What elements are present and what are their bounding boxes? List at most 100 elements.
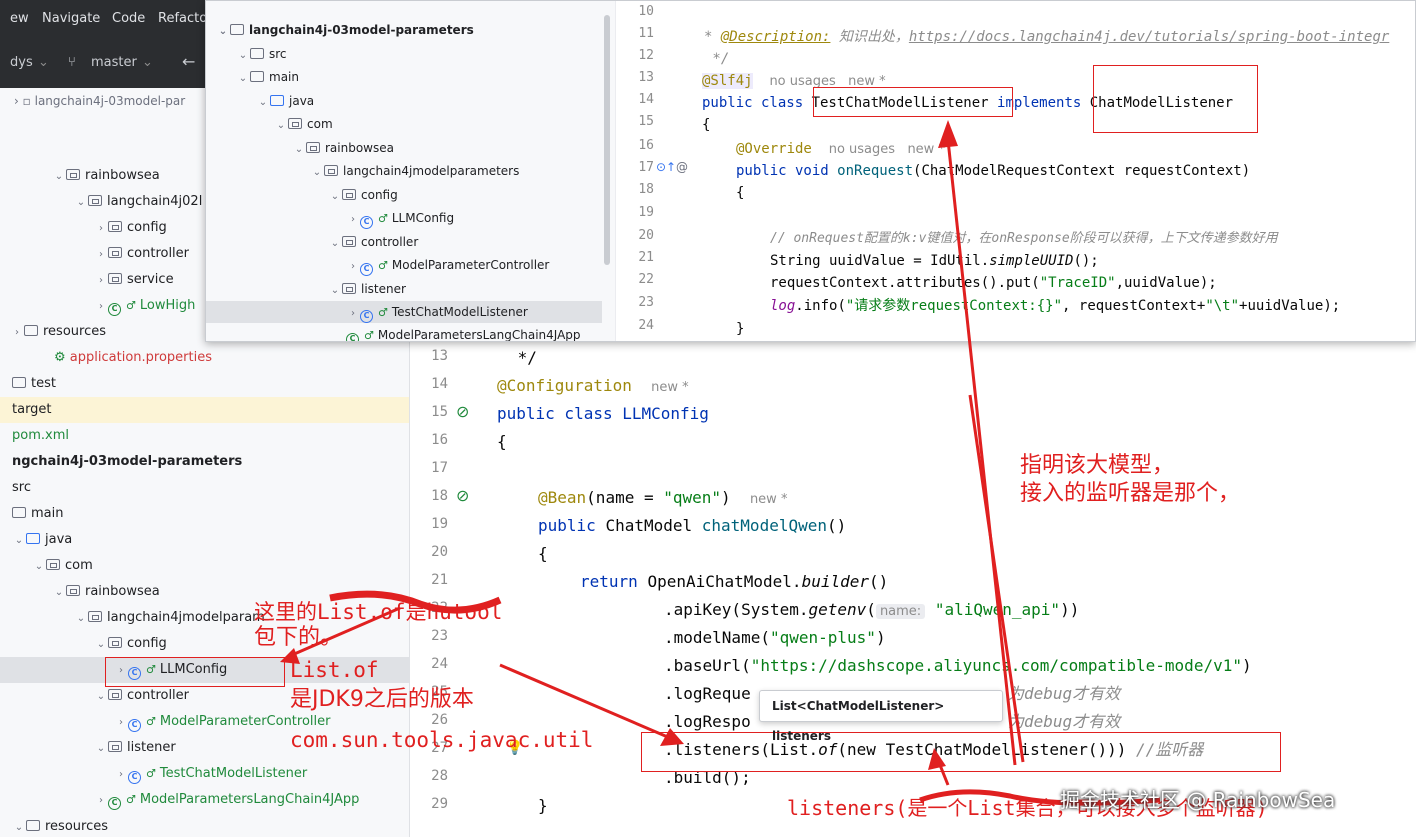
javadoc-tag: @Description: — [720, 29, 831, 45]
line-number: 13 — [638, 70, 654, 85]
bean-gutter-icon[interactable]: ⊘ — [456, 402, 469, 421]
code-line-19: public ChatModel chatModelQwen() — [538, 512, 846, 540]
code-token: ) — [1241, 656, 1252, 675]
implements-gutter-icon[interactable]: ⊙↑ — [656, 160, 676, 174]
code-line-16: @Override no usages new * — [736, 138, 945, 160]
spring-leaf-icon: ♂ — [146, 715, 156, 728]
bean-gutter-icon[interactable]: ⊘ — [456, 486, 469, 505]
tree-scrollbar[interactable] — [604, 15, 610, 265]
tree-item-resources-2[interactable]: ⌄ resources — [12, 814, 108, 837]
tree-item-label: ModelParameterController — [391, 258, 550, 272]
popup-tree-listener[interactable]: ⌄ listener — [328, 278, 406, 300]
line-number: 18 — [431, 488, 448, 504]
tree-item-application-properties[interactable]: ⚙ application.properties — [54, 345, 212, 371]
popup-tree-java[interactable]: ⌄ java — [256, 90, 314, 112]
code-keyword: public void — [736, 163, 838, 179]
code-token: ) — [721, 488, 731, 507]
annotation-slf4j: @Slf4j — [702, 73, 753, 89]
annotation-configuration: @Configuration — [497, 376, 632, 395]
tree-item-com[interactable]: ⌄ com — [32, 553, 93, 579]
tree-item-rainbowsea[interactable]: ⌄ rainbowsea — [52, 163, 160, 189]
code-line-16: { — [497, 432, 507, 451]
tree-item-target[interactable]: target — [0, 397, 409, 423]
popup-tree-main[interactable]: ⌄ main — [236, 66, 299, 88]
tree-item-test[interactable]: test — [12, 371, 56, 397]
popup-tree-app[interactable]: C ♂ ModelParametersLangChain4JApp — [346, 324, 581, 341]
popup-tree-src[interactable]: ⌄ src — [236, 43, 287, 65]
tree-item-service[interactable]: › service — [94, 267, 174, 293]
tree-item-label: TestChatModelListener — [391, 305, 528, 319]
tree-item-app[interactable]: › C ♂ ModelParametersLangChain4JApp — [94, 787, 359, 813]
tree-item-rainbowsea-2[interactable]: ⌄ rainbowsea — [52, 579, 160, 605]
annotation-gutter-icon[interactable]: @ — [676, 160, 688, 174]
popup-tree-com[interactable]: ⌄ com — [274, 113, 333, 135]
editor-testchatmodellistener[interactable]: 10 11 * @Description: 知识出处，https://docs.… — [616, 1, 1415, 341]
chevron-right-icon: › — [119, 769, 123, 780]
code-line-13: */ — [508, 348, 537, 367]
highlight-listener-class — [813, 87, 1013, 117]
module-folder-icon — [230, 24, 244, 35]
annotation-note-2e: com.sun.tools.javac.util — [290, 728, 594, 752]
breadcrumb[interactable]: › ▫ langchain4j-03model-par — [14, 88, 185, 114]
tree-item-label: langchain4j02l — [107, 194, 203, 209]
project-selector[interactable]: dys — [10, 55, 33, 70]
popup-tree-rainbowsea[interactable]: ⌄ rainbowsea — [292, 137, 394, 159]
tree-item-config[interactable]: › config — [94, 215, 167, 241]
highlight-listener-interface — [1093, 65, 1258, 133]
code-token: requestContext.attributes().put( — [770, 275, 1040, 291]
tree-item-listener[interactable]: ⌄ listener — [94, 735, 176, 761]
tree-item-main[interactable]: main — [12, 501, 63, 527]
chevron-right-icon: › — [351, 308, 355, 319]
menu-view[interactable]: ew — [10, 11, 29, 26]
package-icon — [108, 637, 122, 648]
line-number: 22 — [638, 272, 654, 287]
menu-code[interactable]: Code — [112, 11, 145, 26]
tree-item-java[interactable]: ⌄ java — [12, 527, 72, 553]
settings-leaf-icon: ⚙ — [54, 350, 66, 365]
code-line-24: } — [736, 321, 745, 337]
code-line-20: { — [538, 544, 548, 563]
popup-tree-module[interactable]: ⌄ langchain4j-03model-parameters — [216, 19, 474, 41]
spring-app-icon: C — [108, 303, 121, 316]
watermark: 掘金技术社区 @ RainbowSea — [1060, 788, 1336, 812]
tree-item-label: target — [12, 402, 52, 417]
popup-tree-modelparametercontroller[interactable]: › C ♂ ModelParameterController — [346, 254, 549, 276]
branch-icon: ⑂ — [68, 55, 76, 70]
tree-item-langchain4j02[interactable]: ⌄ langchain4j02l — [74, 189, 203, 215]
line-number: 24 — [638, 318, 654, 333]
back-arrow-icon[interactable]: ← — [182, 52, 195, 71]
tree-item-app-class[interactable]: › C ♂ LowHigh — [94, 293, 195, 319]
doc-link[interactable]: https://docs.langchain4j.dev/tutorials/s… — [909, 29, 1389, 45]
code-token: .baseUrl( — [664, 656, 751, 675]
code-line-29: } — [538, 796, 548, 815]
tree-item-label: ngchain4j-03model-parameters — [12, 454, 243, 469]
line-number: 23 — [638, 295, 654, 310]
popup-tree-langchain4jmodelparameters[interactable]: ⌄ langchain4jmodelparameters — [310, 160, 520, 182]
code-line-14: @Configuration new * — [497, 372, 689, 400]
code-line-22: requestContext.attributes().put("TraceID… — [770, 272, 1217, 294]
line-number: 15 — [638, 114, 654, 129]
menu-navigate[interactable]: Navigate — [42, 11, 100, 26]
class-icon: C — [128, 771, 141, 784]
popup-tree-llmconfig[interactable]: › C ♂ LLMConfig — [346, 207, 454, 229]
tree-item-module[interactable]: ngchain4j-03model-parameters — [12, 449, 242, 475]
popup-tree-controller[interactable]: ⌄ controller — [328, 231, 418, 253]
code-line-15: public class LLMConfig — [497, 404, 709, 423]
tree-item-resources[interactable]: › resources — [10, 319, 106, 345]
tree-item-src[interactable]: src — [12, 475, 31, 501]
tree-item-label: config — [127, 220, 167, 235]
line-number: 19 — [431, 516, 448, 532]
popup-tree-testchatmodellistener[interactable]: › C ♂ TestChatModelListener — [206, 301, 602, 323]
tree-item-langchain4jmodelparam[interactable]: ⌄ langchain4jmodelparam — [74, 605, 265, 631]
popup-tree-config[interactable]: ⌄ config — [328, 184, 398, 206]
package-icon — [306, 142, 320, 153]
code-string: "https://dashscope.aliyuncs.com/compatib… — [750, 656, 1242, 675]
menu-refactor[interactable]: Refacto — [158, 11, 207, 26]
tree-item-testchatmodellistener[interactable]: › C ♂ TestChatModelListener — [114, 761, 307, 787]
tree-item-controller[interactable]: › controller — [94, 241, 189, 267]
branch-selector[interactable]: master — [91, 55, 137, 70]
tree-item-config-2[interactable]: ⌄ config — [94, 631, 167, 657]
line-number: 28 — [431, 768, 448, 784]
code-line-24: .baseUrl("https://dashscope.aliyuncs.com… — [664, 652, 1252, 680]
tree-item-pom[interactable]: pom.xml — [12, 423, 69, 449]
